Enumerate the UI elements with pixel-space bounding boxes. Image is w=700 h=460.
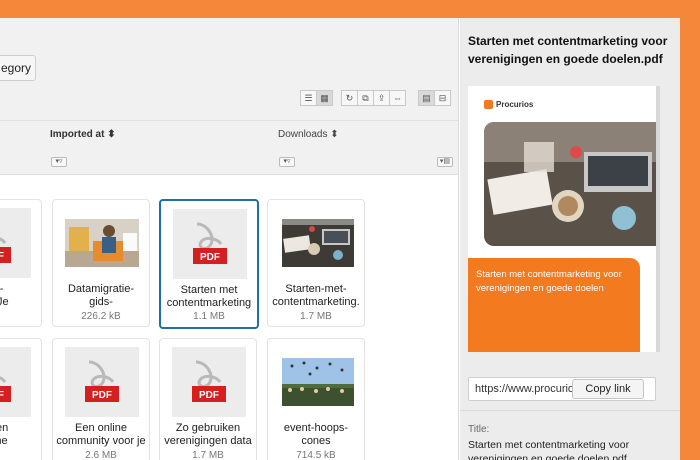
file-thumbnail: PDF (173, 209, 247, 279)
pdf-icon: PDF (192, 360, 226, 402)
file-thumbnail: PDF (65, 347, 139, 417)
upload-icon[interactable]: ⇪ (373, 90, 390, 106)
file-card[interactable]: PDF Zo gebruiken verenigingen data 1.7 MB (159, 338, 257, 460)
document-preview: Procurios Starten met contentmarketing v… (468, 86, 656, 352)
file-size: 2.6 MB (85, 450, 117, 460)
file-thumbnail: PDF (0, 208, 31, 278)
file-name: Starten met contentmarketing (166, 284, 252, 309)
svg-text:PDF: PDF (199, 390, 219, 401)
file-size: 1.1 MB (193, 311, 225, 322)
file-card[interactable]: PDF appenonline B (0, 338, 42, 460)
office-photo (65, 219, 139, 267)
file-size: 1.7 MB (300, 311, 332, 322)
file-card[interactable]: Datamigratie-gids- 226.2 kB (52, 199, 150, 327)
downloads-header[interactable]: Downloads ⬍ (278, 129, 339, 140)
preview-photo (484, 122, 656, 246)
file-browser-pane: egory ☰ ▦ ↻ ⧉ ⇪ ⇔ ▤ ⊟ Imported at ⬍ Down… (0, 18, 459, 460)
file-name: Zo gebruiken verenigingen data (164, 422, 252, 447)
file-size: kB (0, 311, 41, 322)
svg-text:PDF: PDF (92, 390, 112, 401)
desk-photo (282, 219, 354, 267)
preview-heading-block: Starten met contentmarketing voor vereni… (468, 258, 640, 352)
view-toggle-group: ☰ ▦ (300, 90, 333, 106)
file-card[interactable]: Starten-met-contentmarketing. 1.7 MB (267, 199, 365, 327)
file-size: 226.2 kB (81, 311, 121, 322)
layout-toggle-group: ▤ ⊟ (418, 90, 451, 106)
divider (460, 410, 680, 411)
category-button[interactable]: egory (0, 55, 36, 81)
pdf-icon: PDF (85, 360, 119, 402)
svg-text:PDF: PDF (0, 390, 4, 401)
file-grid: PDF ios -er - Je kB D (0, 175, 458, 460)
file-size: 714.5 kB (296, 450, 336, 460)
panel-layout-icon[interactable]: ▤ (418, 90, 435, 106)
pdf-icon: PDF (193, 222, 227, 264)
file-thumbnail: PDF (172, 347, 246, 417)
imported-filter-icon[interactable]: ▾▿ (51, 157, 67, 167)
file-thumbnail (281, 347, 355, 417)
column-header: Imported at ⬍ Downloads ⬍ ▾▿ ▾▿ ▾▤ (0, 120, 458, 175)
tree-layout-icon[interactable]: ⊟ (434, 90, 451, 106)
copy-link-button[interactable]: Copy link (572, 379, 644, 399)
detail-pane: Starten met contentmarketing voor vereni… (460, 18, 680, 460)
file-size: B (0, 450, 41, 460)
svg-text:PDF: PDF (200, 252, 220, 263)
file-thumbnail (281, 208, 355, 278)
crowd-photo (282, 358, 354, 406)
imported-at-header[interactable]: Imported at ⬍ (50, 129, 116, 140)
file-name: ios -er - Je (0, 283, 9, 308)
file-card[interactable]: PDF Een online community voor je 2.6 MB (52, 338, 150, 460)
svg-text:PDF: PDF (0, 251, 4, 262)
resize-icon[interactable]: ⇔ (389, 90, 406, 106)
columns-menu-icon[interactable]: ▾▤ (437, 157, 453, 167)
pdf-icon: PDF (0, 237, 11, 263)
file-size: 1.7 MB (192, 450, 224, 460)
title-label: Title: (468, 424, 490, 435)
list-view-icon[interactable]: ☰ (300, 90, 317, 106)
file-name: Starten-met-contentmarketing. (272, 283, 360, 308)
file-name: Datamigratie-gids- (67, 283, 135, 308)
pdf-icon: PDF (0, 376, 11, 402)
file-card-selected[interactable]: PDF Starten met contentmarketing 1.1 MB (159, 199, 259, 329)
page-edge (680, 18, 700, 460)
file-name: appenonline (0, 422, 9, 447)
file-thumbnail (65, 208, 139, 278)
file-card[interactable]: PDF ios -er - Je kB (0, 199, 42, 327)
title-value: Starten met contentmarketing voor vereni… (468, 439, 630, 460)
procurios-logo-icon (484, 100, 493, 109)
copy-icon[interactable]: ⧉ (357, 90, 374, 106)
file-thumbnail: PDF (0, 347, 31, 417)
file-card[interactable]: event-hoops-cones 714.5 kB (267, 338, 365, 460)
preview-logo: Procurios (484, 100, 533, 109)
refresh-icon[interactable]: ↻ (341, 90, 358, 106)
detail-title: Starten met contentmarketing voor vereni… (468, 34, 668, 66)
downloads-filter-icon[interactable]: ▾▿ (279, 157, 295, 167)
grid-view-icon[interactable]: ▦ (316, 90, 333, 106)
file-name: event-hoops-cones (283, 422, 349, 447)
file-name: Een online community voor je (56, 422, 146, 447)
app-window: egory ☰ ▦ ↻ ⧉ ⇪ ⇔ ▤ ⊟ Imported at ⬍ Down… (0, 18, 700, 460)
action-toolbar: ↻ ⧉ ⇪ ⇔ (341, 90, 406, 106)
preview-scrollbar[interactable] (656, 86, 660, 352)
